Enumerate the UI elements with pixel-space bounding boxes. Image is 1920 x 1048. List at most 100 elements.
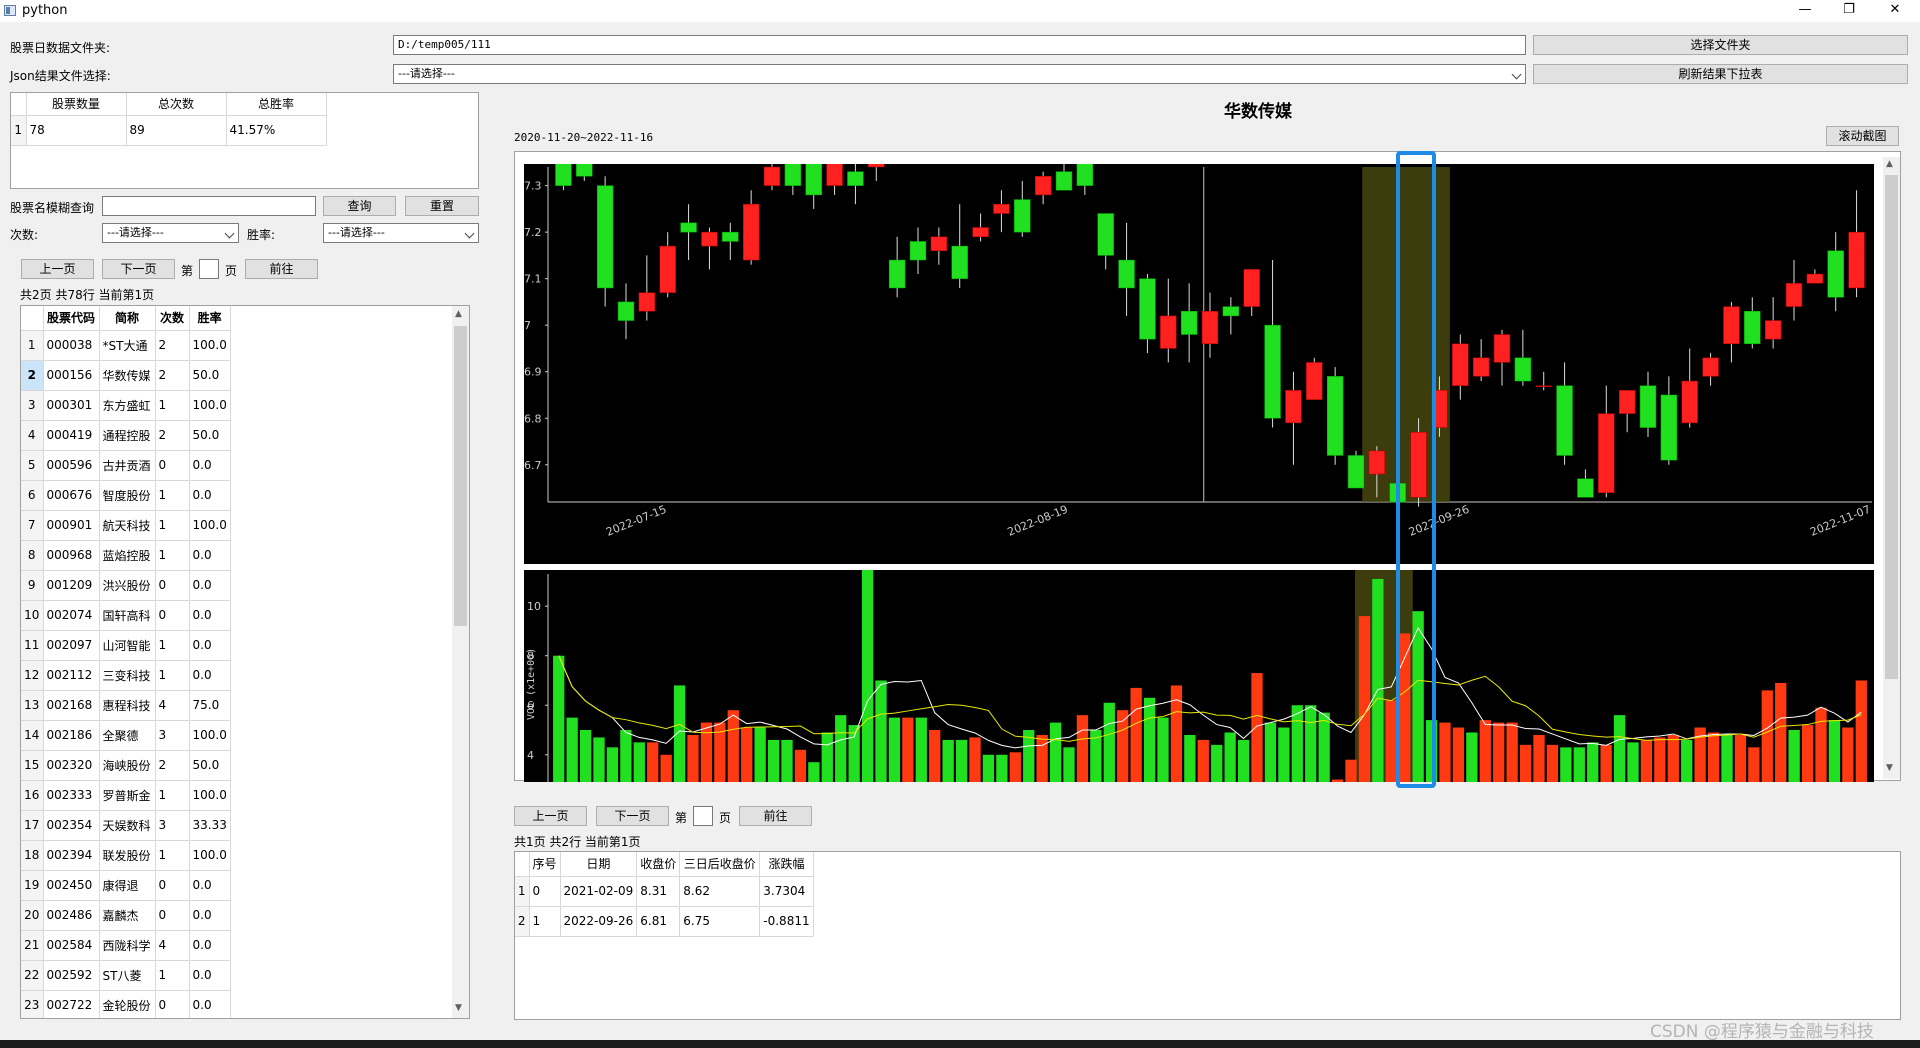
- scroll-down-icon[interactable]: ▼: [455, 1003, 462, 1013]
- stock-cell[interactable]: 002168: [43, 690, 100, 721]
- table-row[interactable]: 21 002584 西陇科学 4 0.0: [21, 930, 231, 961]
- stock-cell[interactable]: 0.0: [189, 660, 231, 691]
- stock-cell[interactable]: 50.0: [189, 420, 231, 451]
- right-next-page-button[interactable]: 下一页: [596, 806, 669, 826]
- stock-cell[interactable]: 0.0: [189, 960, 231, 991]
- stock-cell[interactable]: 1: [155, 390, 190, 421]
- stock-cell[interactable]: 3: [155, 810, 190, 841]
- stock-cell[interactable]: 000596: [43, 450, 100, 481]
- stock-cell[interactable]: 洪兴股份: [99, 570, 156, 601]
- stock-cell[interactable]: 罗普斯金: [99, 780, 156, 811]
- stock-cell[interactable]: 惠程科技: [99, 690, 156, 721]
- stock-cell[interactable]: 000301: [43, 390, 100, 421]
- trade-cell[interactable]: -0.8811: [759, 906, 814, 937]
- stock-cell[interactable]: 002097: [43, 630, 100, 661]
- left-go-button[interactable]: 前往: [245, 259, 318, 279]
- stock-cell[interactable]: 国轩高科: [99, 600, 156, 631]
- table-row[interactable]: 5 000596 古井贡酒 0 0.0: [21, 450, 231, 481]
- stock-cell[interactable]: *ST大通: [99, 330, 156, 361]
- table-row[interactable]: 7 000901 航天科技 1 100.0: [21, 510, 231, 541]
- minimize-button[interactable]: —: [1782, 0, 1828, 22]
- select-folder-button[interactable]: 选择文件夹: [1533, 35, 1908, 55]
- maximize-button[interactable]: ❐: [1826, 0, 1872, 22]
- stock-cell[interactable]: 1: [155, 960, 190, 991]
- stock-cell[interactable]: 华数传媒: [99, 360, 156, 391]
- table-row[interactable]: 23 002722 金轮股份 0 0.0: [21, 990, 231, 1018]
- stock-cell[interactable]: 1: [155, 510, 190, 541]
- left-prev-page-button[interactable]: 上一页: [21, 259, 94, 279]
- stock-cell[interactable]: 75.0: [189, 690, 231, 721]
- stock-cell[interactable]: 000156: [43, 360, 100, 391]
- table-row[interactable]: 14 002186 全聚德 3 100.0: [21, 720, 231, 751]
- stock-cell[interactable]: 蓝焰控股: [99, 540, 156, 571]
- stock-cell[interactable]: 100.0: [189, 720, 231, 751]
- stock-cell[interactable]: 33.33: [189, 810, 231, 841]
- summary-cell[interactable]: 78: [26, 115, 127, 146]
- count-filter-select[interactable]: ---请选择---: [102, 223, 239, 243]
- stock-cell[interactable]: 航天科技: [99, 510, 156, 541]
- trade-cell[interactable]: 8.31: [636, 876, 681, 907]
- stock-cell[interactable]: 智度股份: [99, 480, 156, 511]
- query-button[interactable]: 查询: [323, 196, 396, 216]
- stock-cell[interactable]: 002354: [43, 810, 100, 841]
- stock-cell[interactable]: 0: [155, 570, 190, 601]
- stock-cell[interactable]: 002486: [43, 900, 100, 931]
- trade-cell[interactable]: 0: [529, 876, 561, 907]
- table-row[interactable]: 11 002097 山河智能 1 0.0: [21, 630, 231, 661]
- stock-cell[interactable]: 1: [155, 660, 190, 691]
- stock-cell[interactable]: 2: [155, 360, 190, 391]
- trade-cell[interactable]: 2021-02-09: [560, 876, 638, 907]
- trade-cell[interactable]: 8.62: [679, 876, 761, 907]
- stock-cell[interactable]: 000901: [43, 510, 100, 541]
- table-row[interactable]: 20 002486 嘉麟杰 0 0.0: [21, 900, 231, 931]
- scroll-up-icon[interactable]: ▲: [1886, 159, 1893, 169]
- stock-cell[interactable]: 002333: [43, 780, 100, 811]
- summary-cell[interactable]: 41.57%: [226, 115, 327, 146]
- table-row[interactable]: 12 002112 三变科技 1 0.0: [21, 660, 231, 691]
- rate-filter-select[interactable]: ---请选择---: [323, 223, 479, 243]
- stock-cell[interactable]: 002592: [43, 960, 100, 991]
- stock-cell[interactable]: 000419: [43, 420, 100, 451]
- stock-cell[interactable]: ST八菱: [99, 960, 156, 991]
- stock-cell[interactable]: 0.0: [189, 480, 231, 511]
- table-row[interactable]: 17 002354 天娱数科 3 33.33: [21, 810, 231, 841]
- summary-cell[interactable]: 89: [126, 115, 227, 146]
- table-row[interactable]: 15 002320 海峡股份 2 50.0: [21, 750, 231, 781]
- trade-cell[interactable]: 6.75: [679, 906, 761, 937]
- trade-cell[interactable]: 3.7304: [759, 876, 814, 907]
- table-row[interactable]: 13 002168 惠程科技 4 75.0: [21, 690, 231, 721]
- stock-cell[interactable]: 002584: [43, 930, 100, 961]
- stock-cell[interactable]: 山河智能: [99, 630, 156, 661]
- stock-cell[interactable]: 0.0: [189, 540, 231, 571]
- table-row[interactable]: 2 1 2022-09-26 6.81 6.75 -0.8811: [515, 906, 814, 937]
- stock-cell[interactable]: 嘉麟杰: [99, 900, 156, 931]
- chart-scrollbar[interactable]: ▲ ▼: [1883, 157, 1900, 779]
- table-row[interactable]: 1 0 2021-02-09 8.31 8.62 3.7304: [515, 876, 814, 907]
- stock-cell[interactable]: 0.0: [189, 990, 231, 1018]
- stock-cell[interactable]: 4: [155, 930, 190, 961]
- table-row[interactable]: 10 002074 国轩高科 0 0.0: [21, 600, 231, 631]
- table-row[interactable]: 6 000676 智度股份 1 0.0: [21, 480, 231, 511]
- stock-cell[interactable]: 0.0: [189, 450, 231, 481]
- stock-cell[interactable]: 1: [155, 540, 190, 571]
- right-page-number-input[interactable]: [693, 806, 713, 826]
- stock-cell[interactable]: 0.0: [189, 570, 231, 601]
- refresh-results-button[interactable]: 刷新结果下拉表: [1533, 64, 1908, 84]
- stock-cell[interactable]: 0: [155, 900, 190, 931]
- stock-cell[interactable]: 100.0: [189, 510, 231, 541]
- left-next-page-button[interactable]: 下一页: [102, 259, 175, 279]
- stock-cell[interactable]: 联发股份: [99, 840, 156, 871]
- stock-cell[interactable]: 50.0: [189, 750, 231, 781]
- stock-cell[interactable]: 康得退: [99, 870, 156, 901]
- stock-cell[interactable]: 2: [155, 750, 190, 781]
- stock-cell[interactable]: 000968: [43, 540, 100, 571]
- stock-cell[interactable]: 2: [155, 420, 190, 451]
- stock-cell[interactable]: 001209: [43, 570, 100, 601]
- scroll-down-icon[interactable]: ▼: [1886, 763, 1893, 773]
- stock-cell[interactable]: 古井贡酒: [99, 450, 156, 481]
- reset-button[interactable]: 重置: [405, 196, 479, 216]
- stock-cell[interactable]: 002450: [43, 870, 100, 901]
- stock-cell[interactable]: 2: [155, 330, 190, 361]
- trade-cell[interactable]: 2022-09-26: [560, 906, 638, 937]
- stock-cell[interactable]: 50.0: [189, 360, 231, 391]
